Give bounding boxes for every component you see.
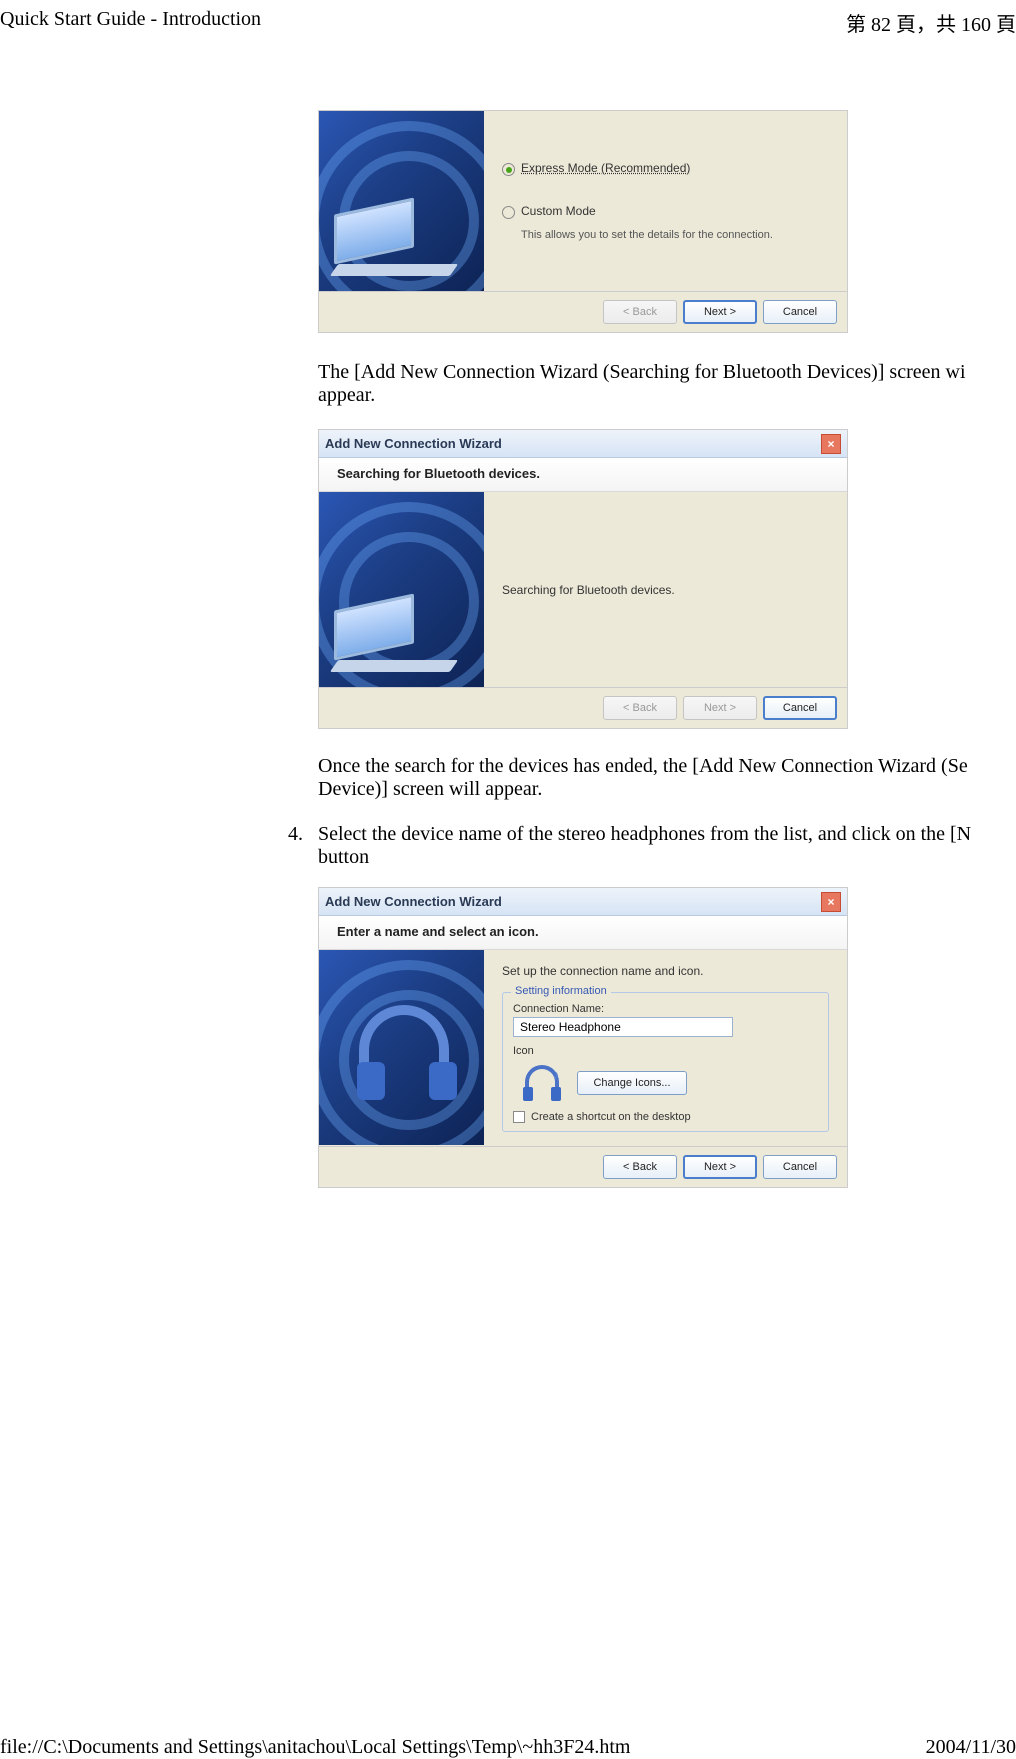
headphone-icon: ♪ [523, 1065, 563, 1101]
dialog-title: Add New Connection Wizard [325, 894, 502, 909]
close-icon[interactable]: × [821, 892, 841, 912]
step-4-text: Select the device name of the stereo hea… [318, 823, 1016, 869]
cancel-button[interactable]: Cancel [763, 696, 837, 720]
next-button: Next > [683, 696, 757, 720]
dialog-title: Add New Connection Wizard [325, 436, 502, 451]
wizard-sidebar-image [319, 111, 484, 291]
next-button[interactable]: Next > [683, 1155, 757, 1179]
radio-custom-desc: This allows you to set the details for t… [521, 229, 829, 241]
intro-line: Set up the connection name and icon. [502, 964, 829, 978]
dialog-mode-select: Express Mode (Recommended) Custom Mode T… [318, 110, 848, 333]
radio-custom[interactable] [502, 206, 515, 219]
connection-name-label: Connection Name: [513, 1003, 818, 1015]
step-number-4: 4. [288, 823, 303, 846]
radio-express[interactable] [502, 163, 515, 176]
back-button: < Back [603, 696, 677, 720]
change-icons-button[interactable]: Change Icons... [577, 1071, 687, 1095]
searching-status: Searching for Bluetooth devices. [502, 583, 829, 597]
back-button[interactable]: < Back [603, 1155, 677, 1179]
page-header-title: Quick Start Guide - Introduction [0, 8, 261, 31]
shortcut-label: Create a shortcut on the desktop [531, 1111, 691, 1123]
icon-label: Icon [513, 1045, 818, 1057]
paragraph-searching: The [Add New Connection Wizard (Searchin… [318, 361, 1016, 407]
dialog-subhead: Enter a name and select an icon. [319, 916, 847, 950]
dialog-subhead: Searching for Bluetooth devices. [319, 458, 847, 492]
dialog-name-icon: Add New Connection Wizard × Enter a name… [318, 887, 848, 1188]
radio-express-label: Express Mode (Recommended) [521, 161, 690, 175]
fieldset-legend: Setting information [511, 985, 611, 997]
wizard-sidebar-image [319, 950, 484, 1145]
connection-name-field[interactable] [513, 1017, 733, 1037]
dialog-searching: Add New Connection Wizard × Searching fo… [318, 429, 848, 729]
shortcut-checkbox[interactable] [513, 1111, 525, 1123]
page-header-pagenum: 第 82 頁，共 160 頁 [846, 8, 1016, 37]
cancel-button[interactable]: Cancel [763, 300, 837, 324]
paragraph-search-ended: Once the search for the devices has ende… [318, 755, 1016, 801]
back-button: < Back [603, 300, 677, 324]
radio-custom-label: Custom Mode [521, 204, 596, 218]
next-button[interactable]: Next > [683, 300, 757, 324]
close-icon[interactable]: × [821, 434, 841, 454]
cancel-button[interactable]: Cancel [763, 1155, 837, 1179]
wizard-sidebar-image [319, 492, 484, 687]
